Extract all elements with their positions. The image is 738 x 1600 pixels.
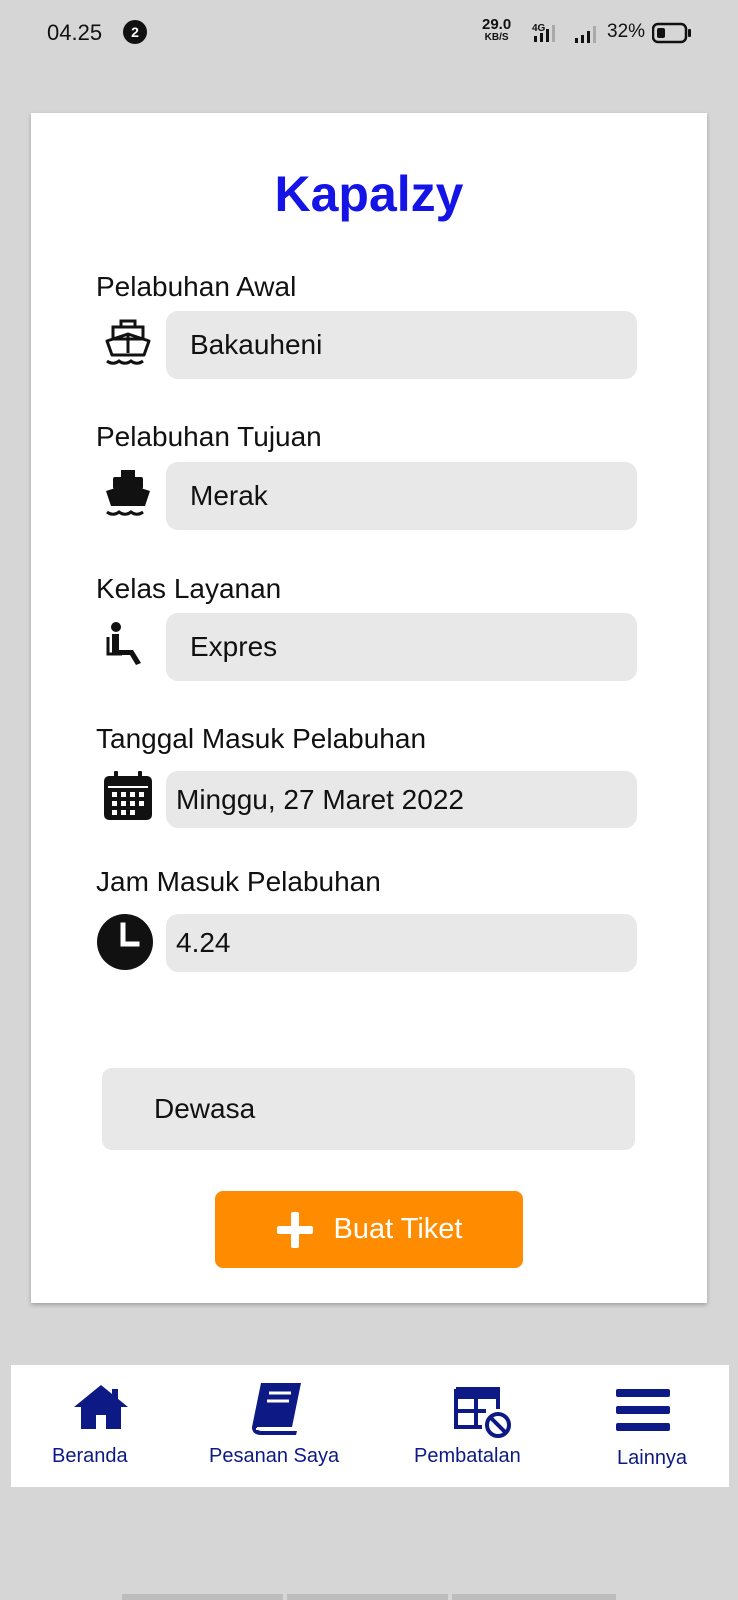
gesture-bar-segment [452,1594,616,1600]
calendar-icon [99,767,157,825]
create-ticket-label: Buat Tiket [333,1213,463,1245]
nav-item-lainnya[interactable]: Lainnya [601,1365,721,1487]
network-4g-icon: 4G [532,22,562,49]
notification-badge: 2 [123,20,147,44]
status-time: 04.25 [47,20,103,45]
nav-label-lainnya: Lainnya [617,1447,688,1469]
status-bar: 04.25 2 29.0 KB/S 4G 32% [0,0,738,66]
nav-item-pesanan-saya[interactable]: Pesanan Saya [201,1365,361,1487]
network-speed-unit: KB/S [484,32,509,43]
bottom-nav: Beranda Pesanan Saya Pembatalan Lainnya [11,1365,729,1487]
signal-icon [574,24,600,49]
service-class-label: Kelas Layanan [96,573,282,604]
destination-port-field[interactable]: Merak [166,462,637,530]
date-label: Tanggal Masuk Pelabuhan [96,723,427,754]
plus-icon [276,1211,313,1248]
ship-filled-icon [99,463,157,521]
departure-port-field[interactable]: Bakauheni [166,311,637,379]
app-title: Kapalzy [274,166,464,222]
booking-form-card: Kapalzy Pelabuhan Awal Bakauheni Pelabuh… [31,113,707,1303]
nav-item-beranda[interactable]: Beranda [41,1365,161,1487]
nav-label-pembatalan: Pembatalan [414,1445,521,1467]
departure-port-label: Pelabuhan Awal [96,271,297,302]
home-icon [72,1383,130,1436]
create-ticket-button[interactable]: Buat Tiket [215,1191,523,1268]
destination-port-label: Pelabuhan Tujuan [96,421,322,452]
ship-outline-icon [99,313,157,371]
book-icon [247,1381,305,1442]
nav-label-pesanan-saya: Pesanan Saya [209,1445,340,1467]
network-speed: 29.0 KB/S [482,17,511,44]
seat-icon [99,615,157,673]
nav-label-beranda: Beranda [52,1445,128,1467]
gesture-bar-segment [122,1594,283,1600]
time-label: Jam Masuk Pelabuhan [96,866,381,897]
gesture-bar-segment [287,1594,448,1600]
nav-item-pembatalan[interactable]: Pembatalan [411,1365,551,1487]
battery-percent: 32% [607,21,646,42]
battery-icon [651,22,692,49]
clock-icon [96,913,154,971]
cancel-table-icon [454,1387,512,1444]
service-class-field[interactable]: Expres [166,613,637,681]
network-type-label: 4G [532,23,546,34]
menu-icon [616,1387,670,1438]
passenger-type-select[interactable]: Dewasa [102,1068,635,1150]
time-field[interactable]: 4.24 [166,914,637,972]
date-field[interactable]: Minggu, 27 Maret 2022 [166,771,637,828]
